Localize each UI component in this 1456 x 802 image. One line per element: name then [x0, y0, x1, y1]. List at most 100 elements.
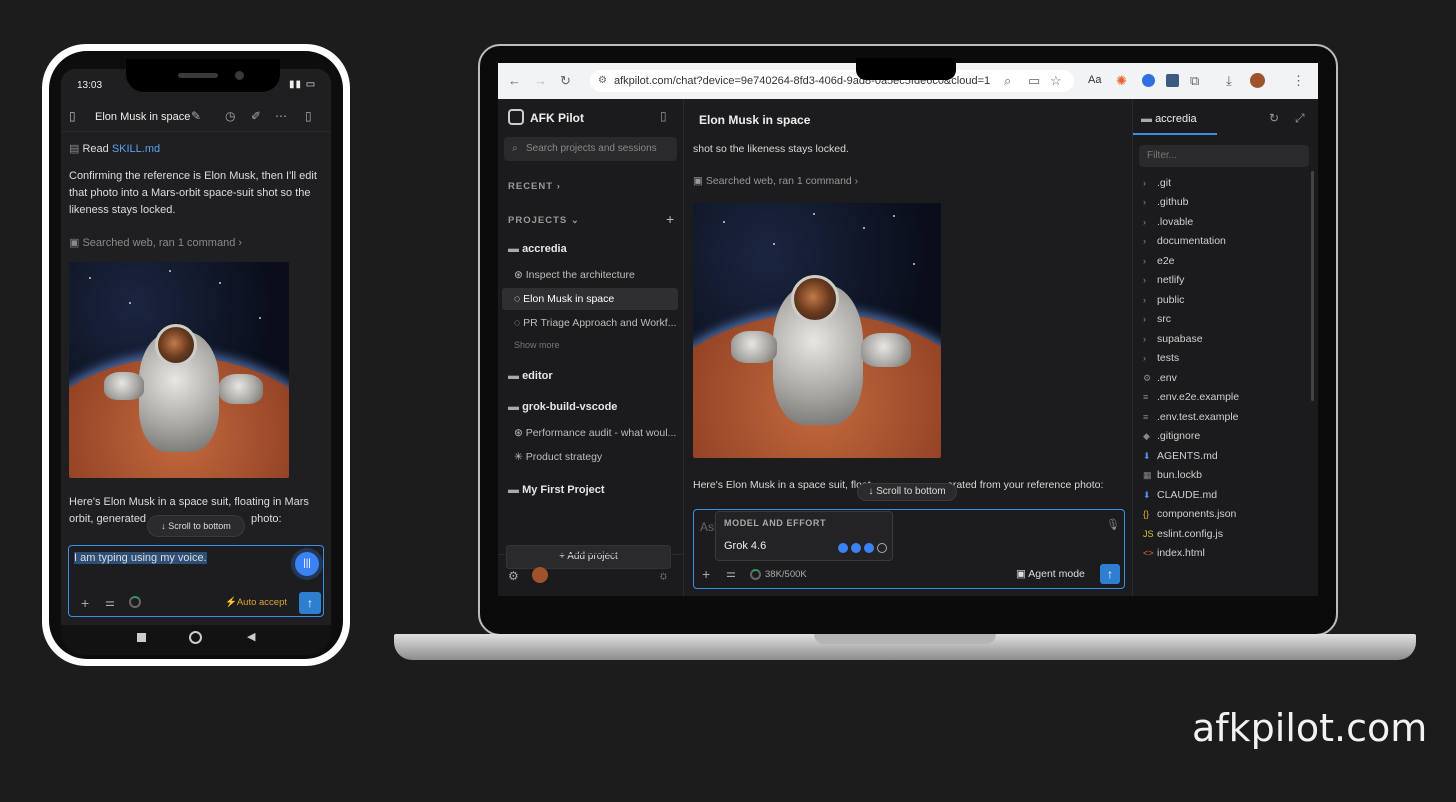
- file-row[interactable]: ◆ .gitignore: [1143, 428, 1200, 444]
- extensions-puzzle-icon[interactable]: ⧉: [1190, 63, 1199, 99]
- zoom-icon[interactable]: ⌕: [1004, 63, 1011, 99]
- file-row[interactable]: ⬇ AGENTS.md: [1143, 448, 1218, 464]
- reader-icon[interactable]: Aa: [1088, 74, 1101, 86]
- session-elon-musk-in-space[interactable]: ◌ Elon Musk in space: [502, 288, 678, 310]
- file-row[interactable]: JS eslint.config.js: [1143, 526, 1223, 542]
- add-attachment-icon[interactable]: +: [702, 566, 710, 582]
- project-editor[interactable]: ▬ editor: [508, 370, 553, 382]
- file-row[interactable]: {} components.json: [1143, 506, 1236, 522]
- effort-dot[interactable]: [864, 542, 874, 553]
- folder-row[interactable]: › tests: [1143, 350, 1179, 366]
- model-name[interactable]: Grok 4.6: [724, 540, 766, 552]
- agent-mode-button[interactable]: ▣ Agent mode: [1016, 568, 1085, 580]
- bookmark-star-icon[interactable]: ☆: [1050, 63, 1062, 99]
- more-icon[interactable]: ⋯: [275, 109, 287, 123]
- site-info-icon[interactable]: ⚙: [598, 75, 607, 86]
- profile-avatar[interactable]: [1250, 73, 1265, 88]
- phone-chat-input[interactable]: I am typing using my voice. ||| + ⚌ ⚡Aut…: [68, 545, 324, 617]
- new-chat-icon[interactable]: ✐: [251, 109, 261, 123]
- project-my-first-project[interactable]: ▬ My First Project: [508, 484, 605, 496]
- session-product-strategy[interactable]: ✳ Product strategy: [514, 451, 676, 463]
- project-grok-build-vscode[interactable]: ▬ grok-build-vscode: [508, 401, 617, 413]
- panel-toggle-icon[interactable]: ▯: [305, 109, 312, 123]
- history-icon[interactable]: ◷: [225, 109, 235, 123]
- folder-row[interactable]: › supabase: [1143, 331, 1203, 347]
- recent-apps-icon[interactable]: [137, 633, 146, 642]
- add-attachment-icon[interactable]: +: [81, 595, 89, 611]
- session-inspect-architecture[interactable]: ⊛ Inspect the architecture: [514, 269, 676, 281]
- download-icon[interactable]: ⤓: [1226, 63, 1232, 99]
- effort-dot[interactable]: [851, 542, 861, 553]
- folder-row[interactable]: › e2e: [1143, 253, 1175, 269]
- file-scrollbar[interactable]: [1311, 171, 1314, 401]
- send-button[interactable]: ↑: [299, 592, 321, 614]
- scroll-to-bottom-button[interactable]: ↓ Scroll to bottom: [857, 483, 957, 501]
- browser-menu-icon[interactable]: ⋮: [1292, 63, 1305, 99]
- chat-title: Elon Musk in space: [699, 113, 811, 127]
- file-row[interactable]: ≡ .env.test.example: [1143, 409, 1239, 425]
- session-pr-triage[interactable]: ◌ PR Triage Approach and Workf...: [514, 317, 676, 329]
- send-button[interactable]: ↑: [1100, 564, 1120, 584]
- auto-accept-toggle[interactable]: ⚡Auto accept: [225, 597, 287, 608]
- project-accredia[interactable]: ▬ accredia: [508, 243, 567, 255]
- user-avatar[interactable]: [532, 567, 548, 583]
- folder-row[interactable]: › .github: [1143, 194, 1189, 210]
- back-icon[interactable]: ◀: [247, 630, 255, 643]
- mic-icon[interactable]: 🎙: [1106, 518, 1120, 531]
- settings-sliders-icon[interactable]: ⚌: [105, 596, 115, 609]
- home-icon[interactable]: [189, 631, 202, 644]
- effort-selector[interactable]: [838, 539, 890, 557]
- edit-title-icon[interactable]: ✎: [191, 109, 201, 123]
- session-icon: ◌: [514, 293, 524, 305]
- extension-square-icon[interactable]: [1166, 74, 1179, 87]
- add-project-button[interactable]: + Add project: [506, 545, 671, 569]
- file-row[interactable]: ≡ .env.e2e.example: [1143, 389, 1239, 405]
- sidebar-toggle-icon[interactable]: ▯: [69, 109, 76, 123]
- folder-row[interactable]: › documentation: [1143, 233, 1226, 249]
- address-bar[interactable]: afkpilot.com/chat?device=9e740264-8fd3-4…: [590, 70, 1074, 92]
- forward-arrow-icon[interactable]: →: [534, 63, 547, 99]
- file-row[interactable]: ⬇ CLAUDE.md: [1143, 487, 1217, 503]
- voice-mic-button[interactable]: |||: [295, 552, 319, 576]
- extension-blue-icon[interactable]: [1142, 74, 1155, 87]
- settings-sliders-icon[interactable]: ⚌: [726, 567, 736, 580]
- read-file-link[interactable]: SKILL.md: [112, 143, 160, 155]
- expand-icon[interactable]: ⤢: [1295, 111, 1305, 126]
- collapse-sidebar-icon[interactable]: ▯: [660, 109, 667, 123]
- effort-dot[interactable]: [838, 542, 848, 553]
- effort-dot[interactable]: [877, 542, 887, 553]
- scroll-to-bottom-button[interactable]: ↓ Scroll to bottom: [147, 515, 245, 537]
- tool-summary[interactable]: ▣ Searched web, ran 1 command ›: [69, 235, 242, 252]
- app-sidebar: AFK Pilot ▯ ⌕ Search projects and sessio…: [498, 99, 684, 596]
- laptop-notch: [856, 58, 956, 80]
- folder-row[interactable]: › netlify: [1143, 272, 1184, 288]
- show-more-link[interactable]: Show more: [514, 340, 560, 350]
- reload-icon[interactable]: ↻: [560, 63, 571, 99]
- folder-row[interactable]: › public: [1143, 292, 1184, 308]
- file-row[interactable]: ⚙ .env: [1143, 370, 1177, 386]
- file-row[interactable]: ▦ bun.lockb: [1143, 467, 1202, 483]
- sidebar-search-input[interactable]: ⌕ Search projects and sessions: [504, 137, 677, 161]
- add-project-plus-icon[interactable]: +: [666, 211, 674, 227]
- folder-row[interactable]: › .lovable: [1143, 214, 1193, 230]
- folder-name: .lovable: [1157, 216, 1194, 228]
- install-icon[interactable]: ▭: [1028, 63, 1040, 99]
- json-file-icon: {}: [1143, 509, 1150, 519]
- settings-gear-icon[interactable]: ⚙: [508, 569, 519, 583]
- back-arrow-icon[interactable]: ←: [508, 63, 521, 99]
- file-name: components.json: [1157, 508, 1237, 520]
- file-row[interactable]: <> index.html: [1143, 545, 1205, 561]
- theme-toggle-sun-icon[interactable]: ☼: [658, 568, 669, 582]
- projects-section-header[interactable]: PROJECTS ⌄: [508, 215, 580, 226]
- folder-row[interactable]: › .git: [1143, 175, 1171, 191]
- tool-summary[interactable]: ▣ Searched web, ran 1 command ›: [693, 175, 858, 187]
- file-root[interactable]: ▬ accredia: [1141, 113, 1197, 125]
- file-filter-input[interactable]: Filter...: [1139, 145, 1309, 167]
- refresh-icon[interactable]: ↻: [1269, 111, 1279, 125]
- recent-section-header[interactable]: RECENT ›: [508, 181, 561, 192]
- text-file-icon: ≡: [1143, 392, 1149, 402]
- generated-image: [693, 203, 941, 458]
- session-performance-audit[interactable]: ⊛ Performance audit - what woul...: [514, 427, 676, 439]
- extension-claude-icon[interactable]: ✺: [1116, 63, 1127, 99]
- folder-row[interactable]: › src: [1143, 311, 1171, 327]
